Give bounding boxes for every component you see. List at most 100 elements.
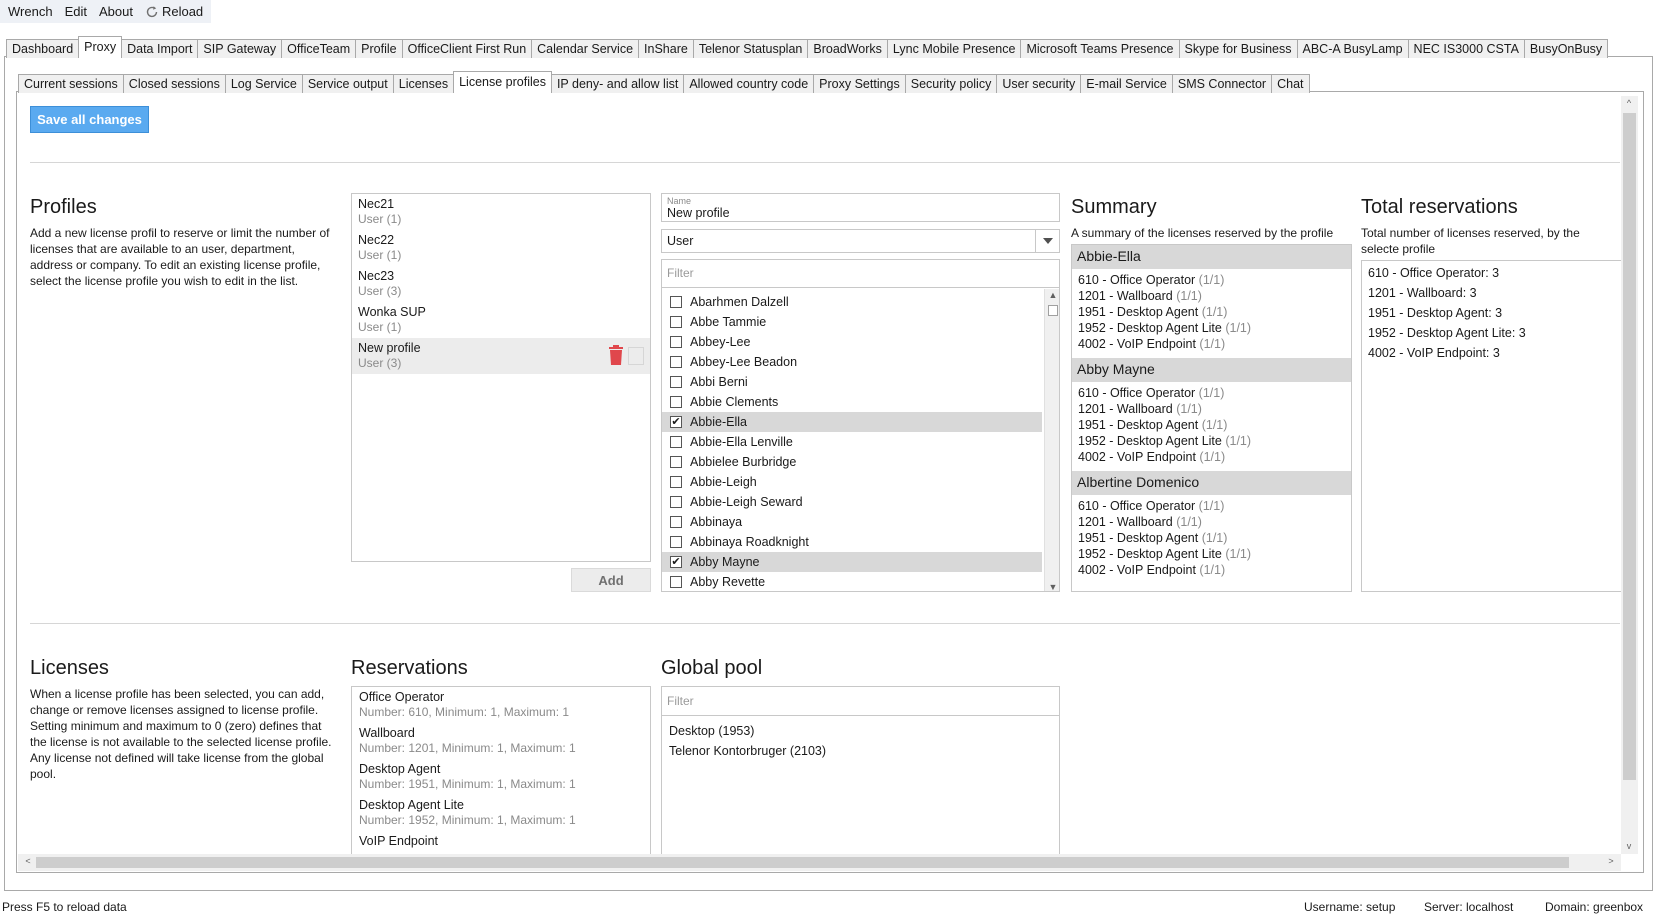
checkbox-icon[interactable]	[670, 576, 682, 588]
subtab-proxy-settings[interactable]: Proxy Settings	[813, 74, 906, 93]
reservation-item[interactable]: Wallboard Number: 1201, Minimum: 1, Maxim…	[352, 723, 650, 759]
copy-icon[interactable]	[628, 347, 644, 365]
checkbox-icon[interactable]	[670, 536, 682, 548]
subtab-current-sessions[interactable]: Current sessions	[18, 74, 124, 93]
tab-officeclient-first-run[interactable]: OfficeClient First Run	[401, 39, 533, 58]
checkbox-icon[interactable]	[670, 376, 682, 388]
user-checkbox-row[interactable]: Abbinaya	[662, 512, 1042, 532]
checkbox-icon[interactable]	[670, 456, 682, 468]
menu-about[interactable]: About	[93, 0, 139, 23]
user-checkbox-row[interactable]: Abbey-Lee	[662, 332, 1042, 352]
subtab-license-profiles[interactable]: License profiles	[453, 71, 552, 93]
subtab-closed-sessions[interactable]: Closed sessions	[122, 74, 226, 93]
reservation-item[interactable]: VoIP Endpoint	[352, 831, 650, 854]
tab-inshare[interactable]: InShare	[638, 39, 694, 58]
chevron-down-icon[interactable]	[1035, 230, 1059, 252]
profile-name-field[interactable]: Name New profile	[661, 193, 1060, 222]
checkbox-icon[interactable]	[670, 496, 682, 508]
tab-calendar-service[interactable]: Calendar Service	[531, 39, 640, 58]
profile-item[interactable]: Nec21 User (1)	[352, 194, 650, 230]
checkbox-icon[interactable]	[670, 476, 682, 488]
reservation-item[interactable]: Office Operator Number: 610, Minimum: 1, …	[352, 687, 650, 723]
global-pool-filter-input[interactable]: Filter	[662, 687, 1059, 716]
user-checkbox-row[interactable]: Abbe Tammie	[662, 312, 1042, 332]
subtab-licenses[interactable]: Licenses	[392, 74, 455, 93]
checked-checkbox-icon[interactable]: ✔	[670, 556, 682, 568]
profile-type-select[interactable]: User	[661, 229, 1060, 253]
subtab-security-policy[interactable]: Security policy	[904, 74, 998, 93]
subtab-allowed-country-code[interactable]: Allowed country code	[683, 74, 815, 93]
tab-profile[interactable]: Profile	[355, 39, 403, 58]
page-scroll-left-icon[interactable]: <	[20, 856, 36, 866]
reservation-item[interactable]: Desktop Agent Number: 1951, Minimum: 1, M…	[352, 759, 650, 795]
subtab-chat[interactable]: Chat	[1271, 74, 1310, 93]
user-checkbox-row[interactable]: ✔ Abbie-Ella	[662, 412, 1042, 432]
global-pool-item[interactable]: Desktop (1953)	[662, 721, 1059, 741]
profile-item[interactable]: Wonka SUP User (1)	[352, 302, 650, 338]
user-checkbox-row[interactable]: ✔ Abby Mayne	[662, 552, 1042, 572]
subtab-ip-deny-and-allow-list[interactable]: IP deny- and allow list	[550, 74, 685, 93]
profile-item[interactable]: Nec23 User (3)	[352, 266, 650, 302]
page-horizontal-thumb[interactable]	[36, 857, 1569, 868]
global-pool-item[interactable]: Telenor Kontorbruger (2103)	[662, 741, 1059, 761]
subtab-e-mail-service[interactable]: E-mail Service	[1080, 74, 1173, 93]
scroll-up-icon[interactable]: ▲	[1045, 290, 1059, 300]
subtab-user-security[interactable]: User security	[996, 74, 1082, 93]
user-checkbox-row[interactable]: Abbie-Leigh	[662, 472, 1042, 492]
add-profile-button[interactable]: Add	[571, 568, 651, 592]
user-filter-input[interactable]: Filter	[662, 260, 1059, 288]
checkbox-icon[interactable]	[670, 336, 682, 348]
tab-nec-is3000-csta[interactable]: NEC IS3000 CSTA	[1407, 39, 1525, 58]
subtab-log-service[interactable]: Log Service	[224, 74, 303, 93]
reload-button[interactable]: Reload	[139, 0, 211, 23]
profiles-title: Profiles	[30, 196, 97, 218]
reservation-item[interactable]: Desktop Agent Lite Number: 1952, Minimum:…	[352, 795, 650, 831]
user-checkbox-row[interactable]: Abbey-Lee Beadon	[662, 352, 1042, 372]
page-scroll-right-icon[interactable]: >	[1603, 856, 1619, 866]
tab-lync-mobile-presence[interactable]: Lync Mobile Presence	[886, 39, 1022, 58]
tab-broadworks[interactable]: BroadWorks	[807, 39, 888, 58]
delete-icon[interactable]	[608, 345, 624, 368]
checkbox-icon[interactable]	[670, 396, 682, 408]
tab-officeteam[interactable]: OfficeTeam	[281, 39, 357, 58]
subtab-sms-connector[interactable]: SMS Connector	[1171, 74, 1273, 93]
checkbox-icon[interactable]	[670, 296, 682, 308]
tab-busyonbusy[interactable]: BusyOnBusy	[1523, 39, 1609, 58]
page-horizontal-scrollbar[interactable]: < >	[18, 854, 1621, 871]
profile-item[interactable]: New profile User (3)	[352, 338, 650, 374]
tab-proxy[interactable]: Proxy	[78, 36, 123, 58]
tab-data-import[interactable]: Data Import	[121, 39, 199, 58]
scroll-thumb[interactable]	[1048, 305, 1058, 316]
tab-microsoft-teams-presence[interactable]: Microsoft Teams Presence	[1020, 39, 1180, 58]
checkbox-icon[interactable]	[670, 436, 682, 448]
tab-skype-for-business[interactable]: Skype for Business	[1178, 39, 1298, 58]
user-checkbox-row[interactable]: Abbielee Burbridge	[662, 452, 1042, 472]
tab-abc-a-busylamp[interactable]: ABC-A BusyLamp	[1296, 39, 1409, 58]
user-list-scrollbar[interactable]: ▲ ▼	[1044, 289, 1059, 591]
page-scroll-down-icon[interactable]: v	[1621, 841, 1637, 851]
checkbox-icon[interactable]	[670, 356, 682, 368]
checked-checkbox-icon[interactable]: ✔	[670, 416, 682, 428]
page-vertical-scrollbar[interactable]: ^ v	[1621, 96, 1638, 854]
menu-wrench[interactable]: Wrench	[2, 0, 59, 23]
tab-telenor-statusplan[interactable]: Telenor Statusplan	[692, 39, 809, 58]
scroll-down-icon[interactable]: ▼	[1045, 582, 1059, 591]
user-checkbox-row[interactable]: Abby Revette	[662, 572, 1042, 591]
user-checkbox-row[interactable]: Abbinaya Roadknight	[662, 532, 1042, 552]
save-all-changes-button[interactable]: Save all changes	[30, 106, 149, 133]
checkbox-icon[interactable]	[670, 516, 682, 528]
user-checkbox-row[interactable]: Abbie Clements	[662, 392, 1042, 412]
user-checkbox-row[interactable]: Abarhmen Dalzell	[662, 292, 1042, 312]
user-checkbox-row[interactable]: Abbi Berni	[662, 372, 1042, 392]
tab-dashboard[interactable]: Dashboard	[6, 39, 80, 58]
page-scroll-up-icon[interactable]: ^	[1621, 98, 1637, 108]
checkbox-icon[interactable]	[670, 316, 682, 328]
menu-edit[interactable]: Edit	[59, 0, 93, 23]
subtab-service-output[interactable]: Service output	[301, 74, 394, 93]
user-checkbox-row[interactable]: Abbie-Ella Lenville	[662, 432, 1042, 452]
page-vertical-thumb[interactable]	[1623, 113, 1636, 780]
summary-line: 1952 - Desktop Agent Lite (1/1)	[1072, 320, 1351, 336]
profile-item[interactable]: Nec22 User (1)	[352, 230, 650, 266]
tab-sip-gateway[interactable]: SIP Gateway	[197, 39, 283, 58]
user-checkbox-row[interactable]: Abbie-Leigh Seward	[662, 492, 1042, 512]
